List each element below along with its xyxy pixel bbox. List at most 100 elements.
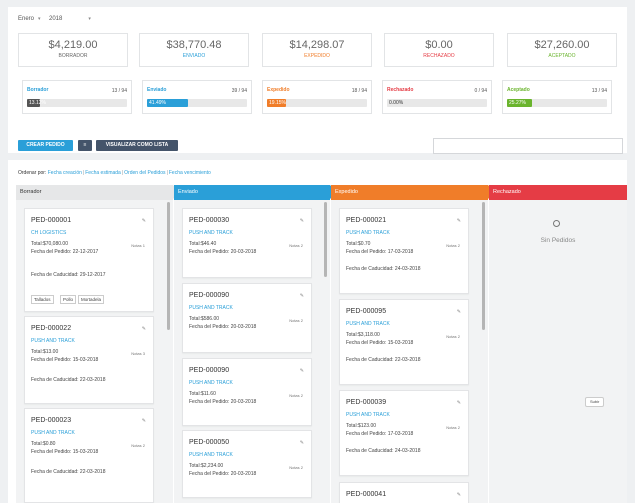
order-card[interactable]: PED-000001 ✎ CH LOGISTICS Total:$70,080.…	[24, 208, 154, 312]
column-scrollbar[interactable]	[324, 202, 327, 277]
edit-icon[interactable]: ✎	[300, 368, 304, 374]
sort-by-order-link[interactable]: Orden del Pedidos	[124, 170, 165, 176]
order-date: Fecha del Pedido: 15-03-2018	[346, 340, 414, 346]
board-view-toggle-button[interactable]: ≡	[78, 140, 92, 151]
edit-icon[interactable]: ✎	[457, 400, 461, 406]
stat-amount: $0.00	[425, 39, 453, 51]
column-scrollbar[interactable]	[482, 202, 485, 330]
order-id: PED-000022	[31, 325, 72, 332]
edit-icon[interactable]: ✎	[457, 492, 461, 498]
order-client-link[interactable]: PUSH AND TRACK	[346, 412, 390, 418]
order-total: Total:$586.00	[189, 316, 220, 322]
order-client-link[interactable]: CH LOGISTICS	[31, 230, 66, 236]
progress-label: Enviado	[147, 87, 167, 93]
progress-label: Borrador	[27, 87, 49, 93]
progress-bar: 19.15%	[267, 99, 367, 107]
order-card[interactable]: PED-000021 ✎ PUSH AND TRACK Total:$0.70 …	[339, 208, 469, 294]
order-card[interactable]: PED-000090 ✎ PUSH AND TRACK Total:$11.60…	[182, 358, 312, 426]
order-id: PED-000030	[189, 217, 230, 224]
order-date: Fecha del Pedido: 15-03-2018	[31, 449, 99, 455]
order-notes: Notas 2	[289, 318, 303, 323]
column-borrador: PED-000001 ✎ CH LOGISTICS Total:$70,080.…	[16, 200, 173, 503]
sort-by-estimated-link[interactable]: Fecha estimada	[85, 170, 121, 176]
order-id: PED-000021	[346, 217, 387, 224]
order-client-link[interactable]: PUSH AND TRACK	[31, 338, 75, 344]
order-client-link[interactable]: PUSH AND TRACK	[189, 452, 233, 458]
order-client-link[interactable]: PUSH AND TRACK	[189, 230, 233, 236]
order-notes: Notas 2	[289, 393, 303, 398]
order-notes: Notas 2	[131, 443, 145, 448]
edit-icon[interactable]: ✎	[300, 218, 304, 224]
order-total: Total:$46.40	[189, 241, 217, 247]
order-client-link[interactable]: PUSH AND TRACK	[189, 305, 233, 311]
progress-label: Aceptado	[507, 87, 530, 93]
order-due-date: Fecha de Caducidad: 29-12-2017	[31, 272, 106, 278]
empty-state-text: Sin Pedidos	[540, 237, 576, 244]
order-date: Fecha del Pedido: 20-03-2018	[189, 249, 257, 255]
order-tag: Pollo	[60, 295, 77, 304]
edit-icon[interactable]: ✎	[142, 326, 146, 332]
scroll-top-tooltip[interactable]: Subir	[585, 397, 605, 407]
order-card[interactable]: PED-000095 ✎ PUSH AND TRACK Total:$3,118…	[339, 299, 469, 385]
chevron-down-icon: ▾	[38, 16, 41, 22]
order-notes: Notas 2	[446, 425, 460, 430]
order-card[interactable]: PED-000090 ✎ PUSH AND TRACK Total:$586.0…	[182, 283, 312, 353]
progress-expedido: Expedido 18 / 94 19.15%	[262, 80, 372, 114]
progress-aceptado: Aceptado 13 / 94 25.27%	[502, 80, 612, 114]
empty-circle-icon	[553, 220, 560, 227]
order-card[interactable]: PED-000022 ✎ PUSH AND TRACK Total:$13.00…	[24, 316, 154, 404]
sort-bar: Ordenar por: Fecha creación|Fecha estima…	[18, 170, 211, 176]
order-date: Fecha del Pedido: 17-03-2018	[346, 249, 414, 255]
stat-amount: $4,219.00	[48, 39, 98, 51]
progress-enviado: Enviado 39 / 94 41.49%	[142, 80, 252, 114]
order-client-link[interactable]: PUSH AND TRACK	[31, 430, 75, 436]
view-as-list-button[interactable]: VISUALIZAR COMO LISTA	[96, 140, 178, 151]
order-due-date: Fecha de Caducidad: 22-03-2018	[346, 357, 421, 363]
order-notes: Notas 2	[446, 334, 460, 339]
order-card[interactable]: PED-000039 ✎ PUSH AND TRACK Total:$123.0…	[339, 390, 469, 476]
create-order-button[interactable]: CREAR PEDIDO	[18, 140, 73, 151]
order-id: PED-000041	[346, 491, 387, 498]
edit-icon[interactable]: ✎	[457, 309, 461, 315]
search-input[interactable]	[433, 138, 623, 154]
edit-icon[interactable]: ✎	[142, 218, 146, 224]
order-due-date: Fecha de Caducidad: 22-03-2018	[31, 377, 106, 383]
order-card[interactable]: PED-000050 ✎ PUSH AND TRACK Total:$2,234…	[182, 430, 312, 498]
column-enviado: PED-000030 ✎ PUSH AND TRACK Total:$46.40…	[174, 200, 330, 503]
order-total: Total:$123.00	[346, 423, 377, 429]
progress-bar: 41.49%	[147, 99, 247, 107]
order-tag: Mortadela	[78, 295, 105, 304]
year-select-value: 2018	[49, 16, 63, 22]
column-scrollbar[interactable]	[167, 202, 170, 330]
sort-by-creation-link[interactable]: Fecha creación	[48, 170, 82, 176]
order-client-link[interactable]: PUSH AND TRACK	[189, 380, 233, 386]
period-select-value: Enero	[18, 16, 35, 22]
column-header-enviado: Enviado	[174, 185, 337, 200]
order-due-date: Fecha de Caducidad: 24-03-2018	[346, 448, 421, 454]
column-header-expedido: Expedido	[331, 185, 495, 200]
period-select[interactable]: Enero ▾	[18, 16, 41, 22]
sort-by-due-link[interactable]: Fecha vencimiento	[169, 170, 211, 176]
edit-icon[interactable]: ✎	[142, 418, 146, 424]
order-due-date: Fecha de Caducidad: 22-03-2018	[31, 469, 106, 475]
year-select[interactable]: 2018 ▾	[49, 16, 91, 22]
stat-enviado: $38,770.48 ENVIADO	[139, 33, 249, 67]
order-client-link[interactable]: PUSH AND TRACK	[346, 321, 390, 327]
order-total: Total:$11.60	[189, 391, 216, 397]
edit-icon[interactable]: ✎	[457, 218, 461, 224]
edit-icon[interactable]: ✎	[300, 293, 304, 299]
order-total: Total:$0.70	[346, 241, 371, 247]
order-total: Total:$2,234.00	[189, 463, 224, 469]
column-header-borrador: Borrador	[16, 185, 180, 200]
progress-count: 0 / 94	[474, 88, 487, 94]
order-card[interactable]: PED-000023 ✎ PUSH AND TRACK Total:$0.80 …	[24, 408, 154, 503]
progress-bar: 13.12%	[27, 99, 127, 107]
progress-percent: 41.49%	[149, 100, 166, 106]
order-client-link[interactable]: PUSH AND TRACK	[346, 230, 390, 236]
column-title: Enviado	[178, 189, 198, 195]
column-title: Expedido	[335, 189, 358, 195]
order-card[interactable]: PED-000030 ✎ PUSH AND TRACK Total:$46.40…	[182, 208, 312, 278]
edit-icon[interactable]: ✎	[300, 440, 304, 446]
order-card[interactable]: PED-000041 ✎	[339, 482, 469, 503]
progress-count: 13 / 94	[591, 88, 607, 94]
